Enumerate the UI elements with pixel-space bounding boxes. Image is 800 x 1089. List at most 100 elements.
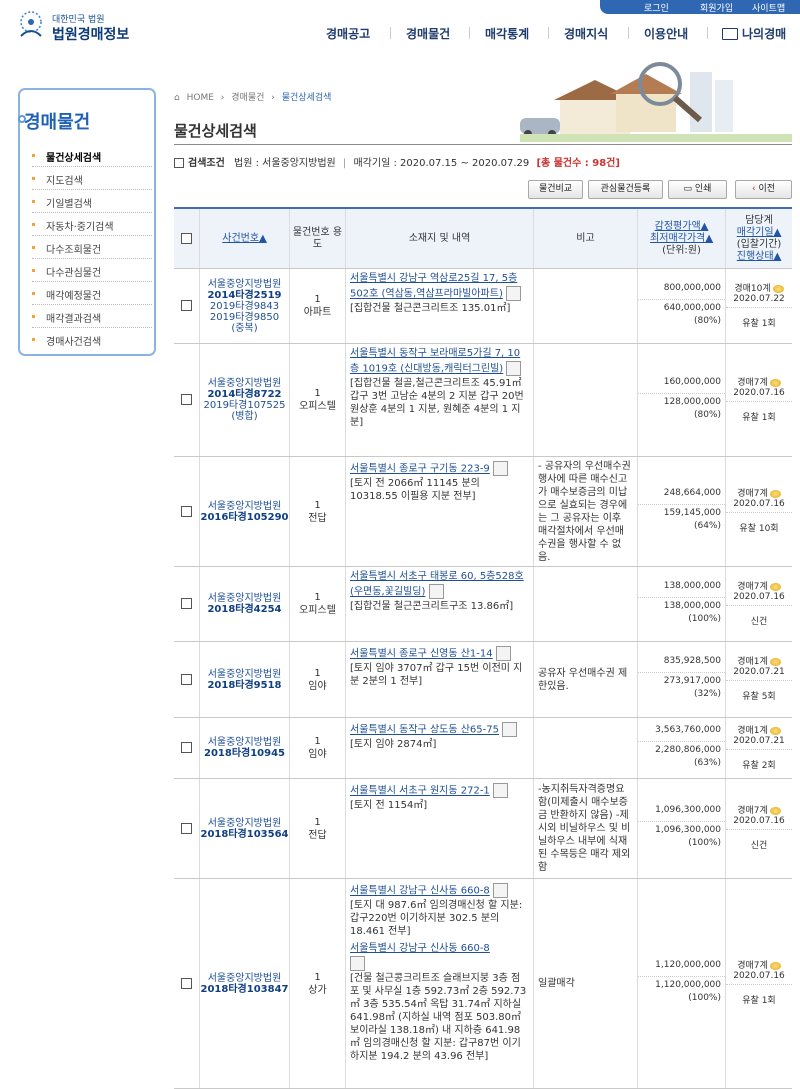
row-checkbox[interactable] xyxy=(181,598,192,609)
row-checkbox[interactable] xyxy=(181,394,192,405)
nav-guide[interactable]: 이용안내 xyxy=(644,25,688,42)
case-number-link[interactable]: 2018타경103847 xyxy=(201,984,289,995)
nav-auction-items[interactable]: 경매물건 xyxy=(406,25,450,42)
table-row: 서울중앙지방법원 2018타경103847 1 상가 서울특별시 강남구 신사동… xyxy=(174,879,792,1089)
select-all-checkbox[interactable] xyxy=(181,232,192,244)
sidebar-item-date-search[interactable]: 기일별검색 xyxy=(32,190,152,213)
compare-button[interactable]: 물건비교 xyxy=(528,180,583,199)
minimum-price: 128,000,000 xyxy=(663,397,721,407)
item-description: [집합건물 철근콘크리트구조 13.86㎡] xyxy=(350,601,514,612)
breadcrumb-home[interactable]: HOME xyxy=(187,93,214,103)
table-row: 서울중앙지방법원 2014타경8722 2019타경107525 (병합) 1 오피… xyxy=(174,344,792,457)
item-address-link[interactable]: 서울특별시 강남구 신사동 660-8 xyxy=(350,943,490,954)
usage-cell: 1 오피스텔 xyxy=(290,344,346,456)
sidebar-item-most-viewed[interactable]: 다수조회물건 xyxy=(32,236,152,259)
sale-date: 2020.07.16 xyxy=(733,816,785,826)
sidebar-item-detail-search[interactable]: 물건상세검색 xyxy=(32,144,152,167)
coin-icon xyxy=(769,582,781,591)
search-period: 매각기일 : 2020.07.15 ~ 2020.07.29 xyxy=(353,158,530,169)
address-cell: 서울특별시 강남구 신사동 660-8 [토지 대 987.6㎡ 임의경매신청 … xyxy=(346,879,534,1088)
case-number-link[interactable]: 2016타경105290 xyxy=(201,512,289,523)
map-icon[interactable] xyxy=(506,361,522,376)
nav-sale-stats[interactable]: 매각통계 xyxy=(485,25,529,42)
nav-my-auction[interactable]: 나의경매 xyxy=(742,25,786,42)
sort-minimum-price[interactable]: 최저매각가격▲ xyxy=(650,233,713,245)
case-number-link[interactable]: 2018타경10945 xyxy=(204,748,285,759)
header-case-cell: 사건번호▲ xyxy=(200,209,290,268)
note-cell: -농지취득자격증명요함(미제출시 매수보증금 반환하지 않음) -제시외 비닐하… xyxy=(534,779,638,878)
row-checkbox[interactable] xyxy=(181,505,192,517)
item-usage: 아파트 xyxy=(303,307,332,318)
item-address-link[interactable]: 서울특별시 종로구 구기동 223-9 xyxy=(350,464,490,475)
case-cell: 서울중앙지방법원 2014타경2519 2019타경9843 2019타경9850(… xyxy=(200,269,290,343)
sort-sale-date[interactable]: 매각기일▲ xyxy=(737,227,782,239)
case-number-link[interactable]: 2018타경103564 xyxy=(201,829,289,840)
site-logo[interactable]: 대한민국 법원 법원경매정보 xyxy=(14,6,144,46)
usage-cell: 1 전답 xyxy=(290,779,346,878)
item-note xyxy=(534,718,637,778)
case-number-link[interactable]: 2018타경9518 xyxy=(207,680,281,691)
map-icon[interactable] xyxy=(502,722,518,737)
dept-name: 경매1계 xyxy=(737,726,768,736)
case-number-link[interactable]: 2014타경8722 xyxy=(207,389,281,400)
row-checkbox[interactable] xyxy=(181,673,192,685)
row-checkbox[interactable] xyxy=(181,742,192,753)
coin-icon xyxy=(769,489,781,498)
case-cell: 서울중앙지방법원 2018타경103847 xyxy=(200,879,290,1088)
sidebar-item-scheduled-sale[interactable]: 매각예정물건 xyxy=(32,282,152,305)
breadcrumb-auction-items[interactable]: 경매물건 xyxy=(231,93,264,103)
item-address-link[interactable]: 서울특별시 종로구 신영동 산1-14 xyxy=(350,649,493,660)
court-name: 서울중앙지방법원 xyxy=(207,737,282,748)
map-icon[interactable] xyxy=(492,461,508,476)
sort-case-number[interactable]: 사건번호▲ xyxy=(222,233,267,245)
map-icon[interactable] xyxy=(350,956,365,971)
print-button[interactable]: ▭ 인쇄 xyxy=(668,180,727,199)
item-note xyxy=(534,344,637,456)
table-row: 서울중앙지방법원 2018타경10945 1 임야 서울특별시 동작구 상도동 … xyxy=(174,718,792,779)
map-icon[interactable] xyxy=(506,286,522,301)
add-interest-button[interactable]: 관심물건등록 xyxy=(588,180,663,199)
map-icon[interactable] xyxy=(492,883,508,898)
nav-divider xyxy=(390,27,391,39)
sidebar-item-map-search[interactable]: 지도검색 xyxy=(32,167,152,190)
item-address-link[interactable]: 서울특별시 강남구 역삼로25길 17, 5층 502호 (역삼동,역삼프라마빌… xyxy=(350,273,517,300)
usage-cell: 1 오피스텔 xyxy=(290,567,346,641)
address-cell: 서울특별시 동작구 상도동 산65-75 [토지 임야 2874㎡] xyxy=(346,718,534,778)
sidebar-item-case-search[interactable]: 경매사건검색 xyxy=(32,328,152,351)
item-address-link[interactable]: 서울특별시 서초구 원지동 272-1 xyxy=(350,786,490,797)
sale-date: 2020.07.21 xyxy=(733,667,785,677)
price-cell: 1,096,300,000 1,096,300,000 (100%) xyxy=(638,779,726,878)
nav-divider xyxy=(628,27,629,39)
sidebar-item-sale-results[interactable]: 매각결과검색 xyxy=(32,305,152,328)
case-number-link[interactable]: 2014타경2519 xyxy=(207,290,281,301)
results-table: 사건번호▲ 물건번호 용도 소재지 및 내역 비고 감정평가액▲ 최저매각가격▲… xyxy=(174,207,792,1089)
sidebar-item-label: 다수조회물건 xyxy=(46,245,102,256)
item-description: [토지 전 2066㎡ 11145 분의 10318.55 이필용 지분 전부] xyxy=(350,478,480,502)
row-checkbox[interactable] xyxy=(181,822,192,834)
coin-icon xyxy=(769,657,781,666)
header-dept: 담당계 xyxy=(745,214,773,226)
sitemap-link[interactable]: 사이트맵 xyxy=(752,1,785,14)
map-icon[interactable] xyxy=(428,584,444,599)
item-address-link[interactable]: 서울특별시 동작구 보라매로5가길 7, 10층 1019호 (신대방동,캐릭터… xyxy=(350,348,520,375)
map-icon[interactable] xyxy=(492,783,508,798)
page-title: 물건상세검색 xyxy=(174,122,257,140)
login-link[interactable]: 로그인 xyxy=(644,1,669,14)
nav-divider xyxy=(707,27,708,39)
row-checkbox[interactable] xyxy=(181,977,192,989)
item-number: 1 xyxy=(314,667,321,679)
signup-link[interactable]: 회원가입 xyxy=(700,1,733,14)
sidebar-item-most-interest[interactable]: 다수관심물건 xyxy=(32,259,152,282)
select-all-cell xyxy=(174,209,200,268)
case-number-link[interactable]: 2018타경4254 xyxy=(207,604,281,615)
row-checkbox[interactable] xyxy=(181,300,192,311)
item-address-link[interactable]: 서울특별시 강남구 신사동 660-8 xyxy=(350,886,490,897)
item-address-link[interactable]: 서울특별시 동작구 상도동 산65-75 xyxy=(350,725,499,736)
sort-status[interactable]: 진행상태▲ xyxy=(737,251,782,263)
sort-appraisal[interactable]: 감정평가액▲ xyxy=(655,221,709,233)
nav-auction-notice[interactable]: 경매공고 xyxy=(326,25,370,42)
map-icon[interactable] xyxy=(495,646,511,661)
sidebar-item-vehicle-search[interactable]: 자동차·중기검색 xyxy=(32,213,152,236)
nav-auction-knowledge[interactable]: 경매지식 xyxy=(564,25,608,42)
back-button[interactable]: ‹ 이전 xyxy=(735,180,792,199)
